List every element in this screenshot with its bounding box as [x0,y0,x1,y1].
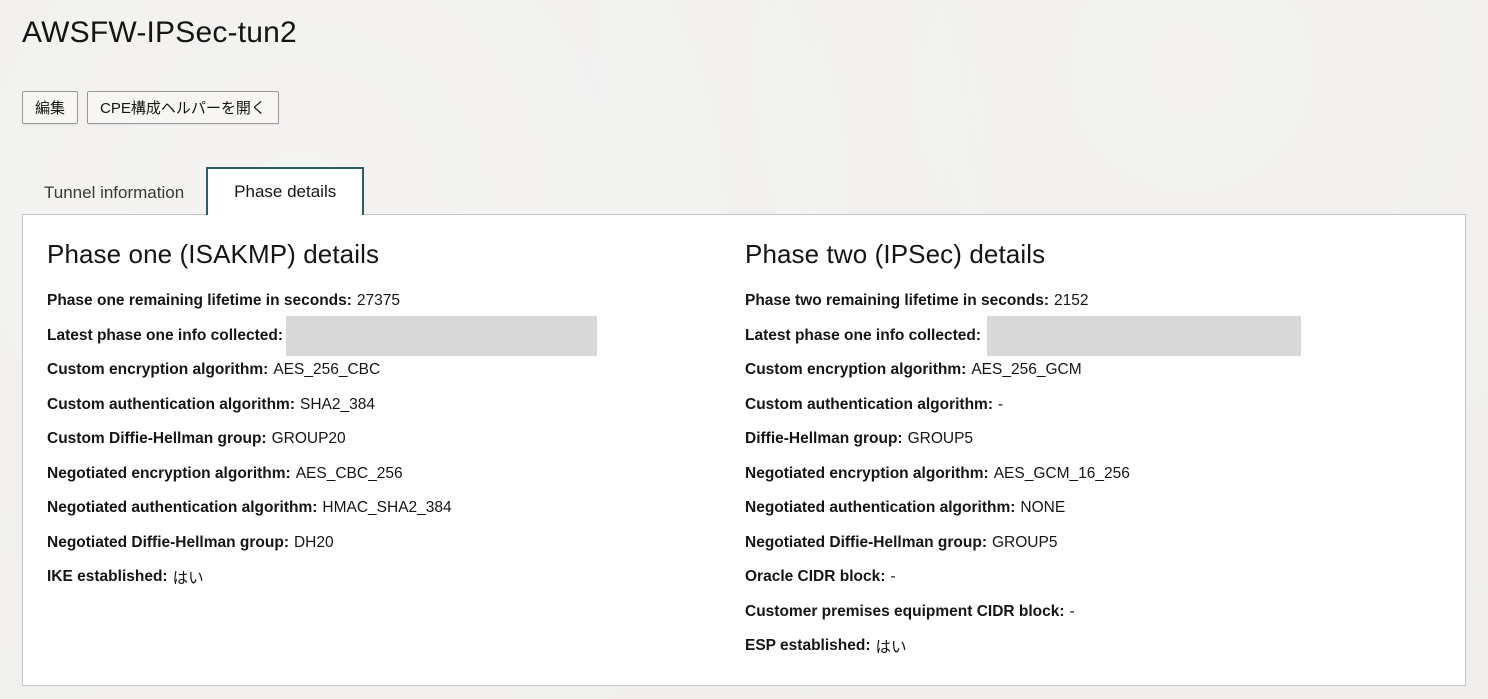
detail-label: IKE established: [47,568,168,586]
detail-row: ESP established: はい [745,629,1445,664]
detail-label: Negotiated authentication algorithm: [745,499,1016,517]
detail-label: Phase two remaining lifetime in seconds: [745,292,1050,310]
detail-label: ESP established: [745,637,871,655]
detail-row: Negotiated Diffie-Hellman group: GROUP5 [745,526,1445,561]
detail-row: Custom encryption algorithm: AES_256_GCM [745,353,1445,388]
page-title: AWSFW-IPSec-tun2 [22,16,297,49]
tab-phase-details[interactable]: Phase details [206,167,365,215]
detail-row: Phase two remaining lifetime in seconds:… [745,284,1445,319]
detail-value: GROUP5 [907,430,974,448]
detail-label: Latest phase one info collected: [47,326,283,344]
detail-value: AES_256_GCM [971,361,1082,379]
detail-row: Customer premises equipment CIDR block: … [745,595,1445,630]
detail-value: 27375 [356,292,401,310]
detail-label: Custom encryption algorithm: [47,361,269,379]
detail-label: Custom authentication algorithm: [745,395,993,413]
detail-label: Oracle CIDR block: [745,568,886,586]
phase-two-heading: Phase two (IPSec) details [745,239,1046,269]
detail-value: AES_CBC_256 [295,464,403,482]
phase-details-panel: Phase one (ISAKMP) details Phase one rem… [22,214,1466,686]
detail-label: Phase one remaining lifetime in seconds: [47,292,352,310]
detail-row: Oracle CIDR block: - [745,560,1445,595]
detail-row: Custom authentication algorithm: SHA2_38… [47,388,707,423]
detail-label: Custom encryption algorithm: [745,361,967,379]
phase-one-section: Phase one (ISAKMP) details Phase one rem… [47,239,707,595]
detail-label: Diffie-Hellman group: [745,430,903,448]
detail-value: GROUP20 [271,430,346,448]
detail-row: Negotiated authentication algorithm: HMA… [47,491,707,526]
detail-value: AES_GCM_16_256 [993,464,1130,482]
page: AWSFW-IPSec-tun2 編集 CPE構成ヘルパーを開く Tunnel … [0,0,1488,699]
detail-label: Custom Diffie-Hellman group: [47,430,267,448]
detail-label: Customer premises equipment CIDR block: [745,602,1065,620]
detail-label: Latest phase one info collected: [745,326,981,344]
detail-value: HMAC_SHA2_384 [322,499,452,517]
detail-value: AES_256_CBC [273,361,381,379]
detail-value: - [890,568,896,586]
detail-value: SHA2_384 [300,395,375,413]
redacted-value [987,315,1301,356]
detail-row: Latest phase one info collected: [47,315,707,356]
tab-tunnel-information[interactable]: Tunnel information [22,171,206,215]
redacted-value [286,315,597,356]
tab-bar: Tunnel information Phase details [22,167,365,215]
detail-row: Custom Diffie-Hellman group: GROUP20 [47,422,707,457]
detail-label: Negotiated Diffie-Hellman group: [745,533,987,551]
open-cpe-helper-button[interactable]: CPE構成ヘルパーを開く [87,91,279,124]
detail-row: Negotiated authentication algorithm: NON… [745,491,1445,526]
detail-label: Negotiated encryption algorithm: [745,464,989,482]
action-bar: 編集 CPE構成ヘルパーを開く [22,91,279,124]
detail-value: NONE [1020,499,1066,517]
detail-value: はい [172,570,204,588]
detail-row: Negotiated Diffie-Hellman group: DH20 [47,526,707,561]
detail-value: - [998,395,1004,413]
detail-label: Negotiated authentication algorithm: [47,499,318,517]
detail-row: Custom authentication algorithm: - [745,388,1445,423]
detail-value: はい [875,639,907,657]
detail-label: Negotiated encryption algorithm: [47,464,291,482]
detail-value: DH20 [293,533,334,551]
detail-value: - [1069,602,1075,620]
detail-row: Negotiated encryption algorithm: AES_GCM… [745,457,1445,492]
detail-value: 2152 [1054,292,1089,310]
detail-label: Negotiated Diffie-Hellman group: [47,533,289,551]
detail-row: Diffie-Hellman group: GROUP5 [745,422,1445,457]
detail-row: Phase one remaining lifetime in seconds:… [47,284,707,319]
edit-button[interactable]: 編集 [22,91,79,124]
phase-one-heading: Phase one (ISAKMP) details [47,239,380,269]
detail-row: Negotiated encryption algorithm: AES_CBC… [47,457,707,492]
detail-label: Custom authentication algorithm: [47,395,295,413]
detail-row: Latest phase one info collected: [745,315,1445,356]
phase-two-section: Phase two (IPSec) details Phase two rema… [745,239,1445,664]
detail-row: Custom encryption algorithm: AES_256_CBC [47,353,707,388]
detail-value: GROUP5 [991,533,1058,551]
detail-row: IKE established: はい [47,560,707,595]
